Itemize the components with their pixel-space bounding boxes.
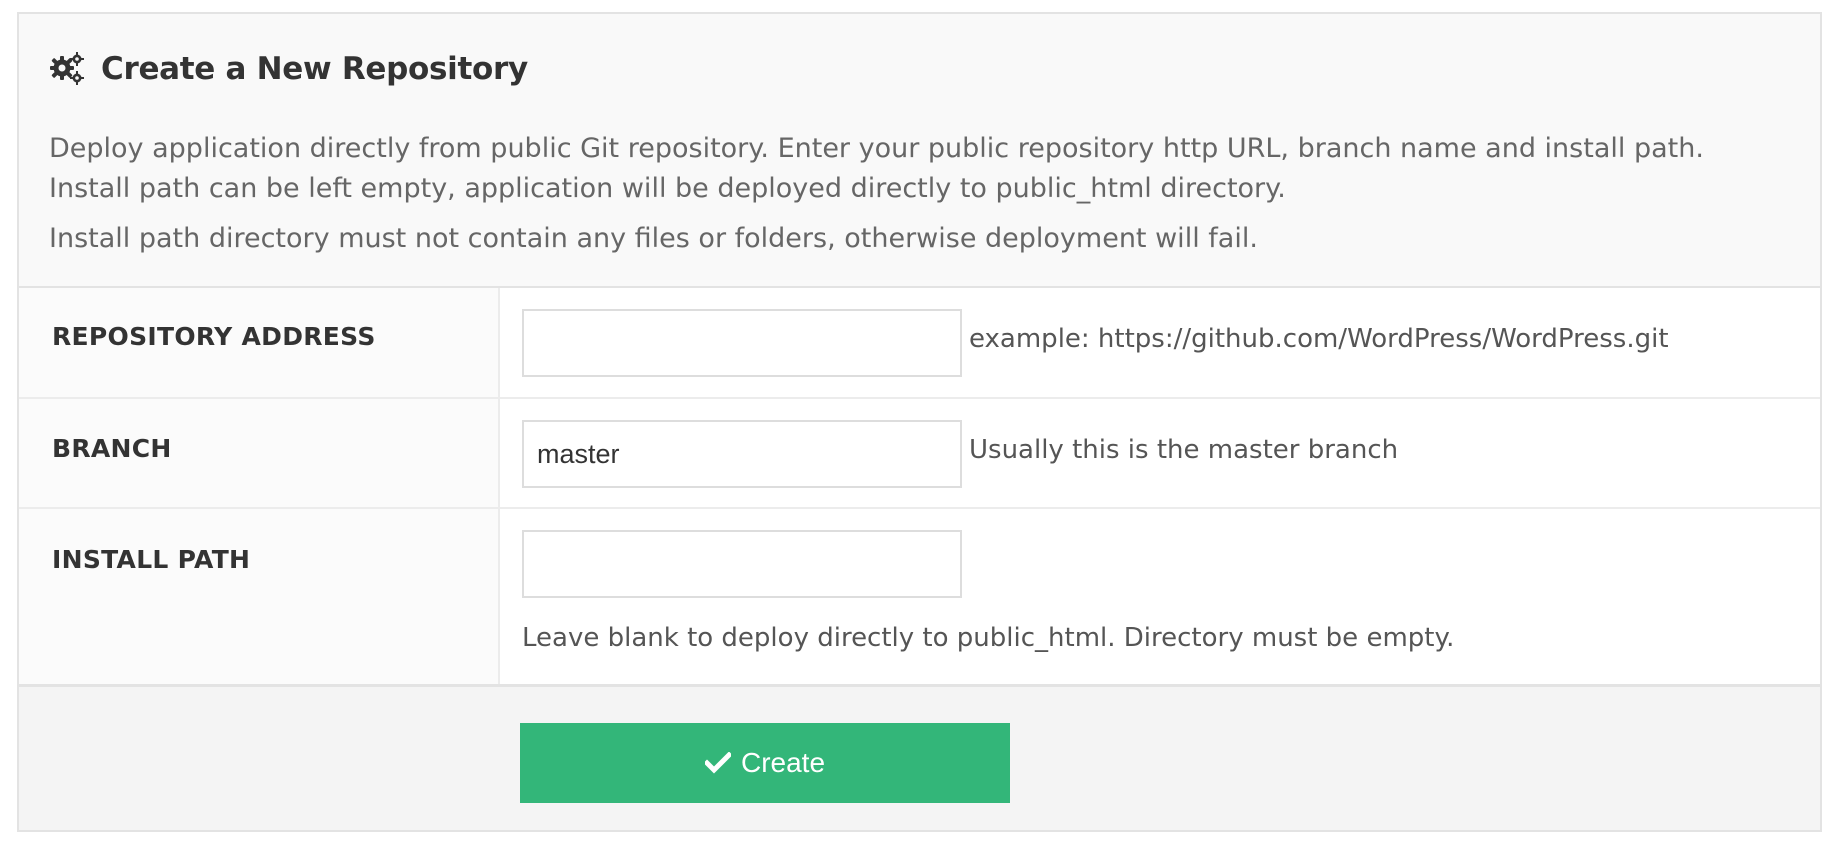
repository-address-label: REPOSITORY ADDRESS <box>52 322 376 351</box>
panel-header: Create a New Repository Deploy applicati… <box>19 14 1820 288</box>
gears-icon <box>50 52 84 85</box>
create-button[interactable]: Create <box>520 723 1010 803</box>
install-path-row: INSTALL PATH Leave blank to deploy direc… <box>19 509 1820 687</box>
repository-address-hint: example: https://github.com/WordPress/Wo… <box>969 324 1669 354</box>
branch-hint: Usually this is the master branch <box>969 435 1399 465</box>
check-icon <box>704 752 731 774</box>
description-text: Deploy application directly from public … <box>49 133 1704 204</box>
install-path-label: INSTALL PATH <box>52 545 251 574</box>
panel-title-row: Create a New Repository <box>49 48 528 90</box>
branch-label: BRANCH <box>52 434 172 463</box>
branch-row: BRANCH Usually this is the master branch <box>19 399 1820 509</box>
create-button-label: Create <box>740 747 826 778</box>
label-cell: INSTALL PATH <box>19 509 500 684</box>
repository-address-row: REPOSITORY ADDRESS example: https://gith… <box>19 288 1820 399</box>
form-footer: Create <box>19 687 1820 830</box>
install-path-hint: Leave blank to deploy directly to public… <box>522 623 1455 653</box>
label-cell: BRANCH <box>19 399 500 507</box>
create-repository-panel: Create a New Repository Deploy applicati… <box>17 12 1822 832</box>
page-title: Create a New Repository <box>101 51 528 87</box>
branch-input[interactable] <box>522 420 962 488</box>
repository-address-input[interactable] <box>522 309 962 377</box>
label-cell: REPOSITORY ADDRESS <box>19 288 500 397</box>
warning-text: Install path directory must not contain … <box>49 223 1258 254</box>
install-path-input[interactable] <box>522 530 962 598</box>
